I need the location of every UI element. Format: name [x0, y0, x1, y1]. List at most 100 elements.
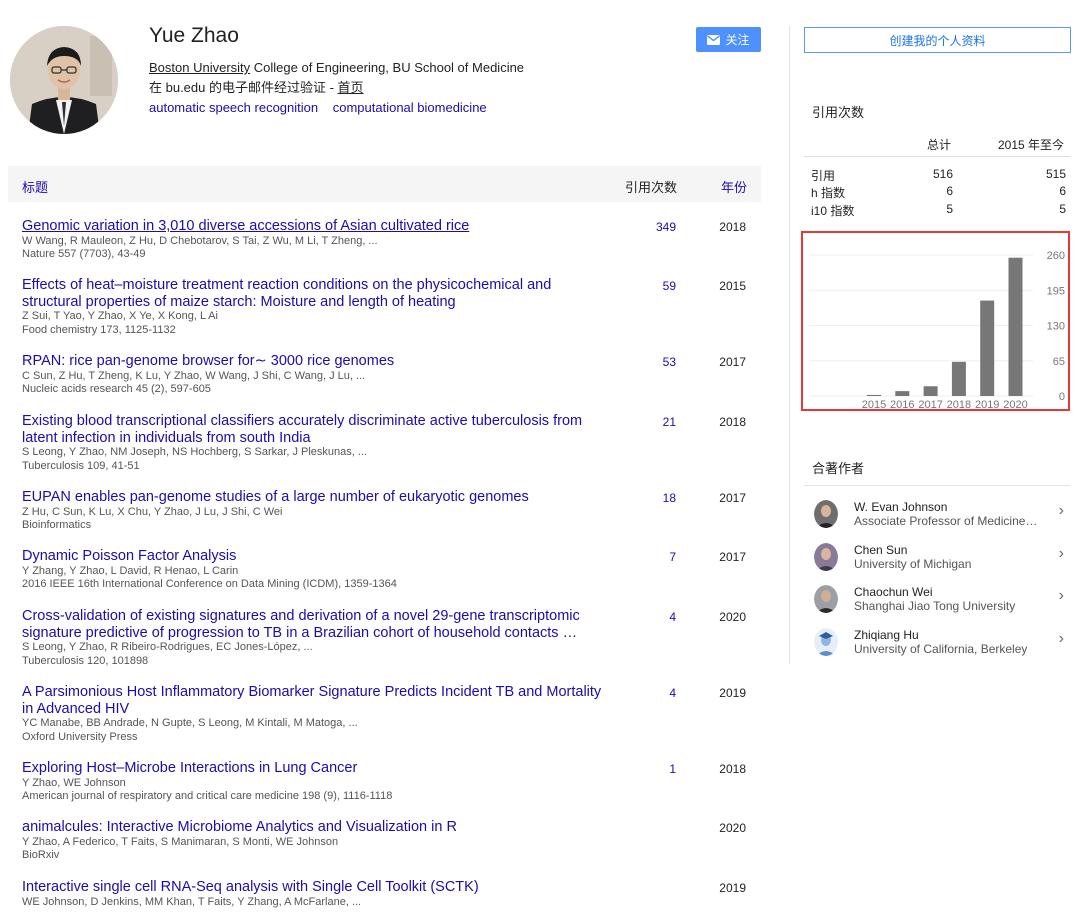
publication-title[interactable]: A Parsimonious Host Inflammatory Biomark…	[22, 684, 612, 717]
publication-authors: W Wang, R Mauleon, Z Hu, D Chebotarov, S…	[22, 234, 378, 247]
citation-count[interactable]: 53	[642, 355, 676, 369]
citation-count[interactable]: 18	[642, 491, 676, 505]
stat-row: h 指数 6 6	[811, 184, 1066, 200]
chart-bar-2020[interactable]	[1008, 257, 1023, 396]
table-row: Exploring Host–Microbe Interactions in L…	[22, 760, 762, 804]
coauthor-affiliation: Associate Professor of Medicine and Bios…	[854, 514, 1039, 528]
coauthors-divider	[804, 485, 1070, 486]
sort-by-title[interactable]: 标题	[22, 177, 48, 196]
chart-x-tick-label: 2016	[890, 399, 914, 409]
email-text: 在 bu.edu 的电子邮件经过验证 -	[149, 80, 338, 95]
table-row: EUPAN enables pan-genome studies of a la…	[22, 489, 762, 533]
citation-count[interactable]: 1	[642, 762, 676, 776]
publication-venue: BioRxiv	[22, 849, 60, 861]
create-profile-button[interactable]: 创建我的个人资料	[804, 27, 1071, 53]
mail-icon	[707, 34, 721, 45]
publication-year: 2018	[719, 415, 746, 429]
publication-venue: Nature 557 (7703), 43-49	[22, 248, 146, 260]
chart-bar-2015[interactable]	[867, 394, 881, 396]
coauthor-name: W. Evan Johnson	[854, 500, 948, 514]
chart-bar-2019[interactable]	[980, 300, 995, 396]
affiliation-text: College of Engineering, BU School of Med…	[250, 60, 525, 75]
publication-authors: Y Zhao, WE Johnson	[22, 776, 126, 789]
col-total-label: 总计	[926, 138, 951, 152]
coauthor-item[interactable]: W. Evan Johnson Associate Professor of M…	[804, 496, 1070, 539]
publication-title[interactable]: Cross-validation of existing signatures …	[22, 608, 612, 641]
coauthor-item[interactable]: Zhiqiang Hu University of California, Be…	[804, 624, 1070, 667]
table-row: Interactive single cell RNA-Seq analysis…	[22, 879, 762, 909]
coauthor-affiliation: University of California, Berkeley	[854, 642, 1028, 656]
stat-since: 6	[1059, 184, 1066, 198]
stat-row: 引用 516 515	[811, 167, 1066, 183]
chart-bar-2017[interactable]	[923, 386, 938, 396]
publication-title[interactable]: Interactive single cell RNA-Seq analysis…	[22, 879, 612, 896]
profile-email-verification: 在 bu.edu 的电子邮件经过验证 - 首页	[149, 77, 364, 96]
citations-bar-chart: 260 195 130 65 0 2015 2016 2017 2018 2019 2020	[809, 250, 1065, 411]
coauthor-photo	[814, 585, 838, 613]
coauthor-photo	[814, 628, 838, 656]
publication-authors: S Leong, Y Zhao, R Ribeiro-Rodrigues, EC…	[22, 641, 313, 653]
chart-bar-2016[interactable]	[895, 391, 910, 396]
coauthor-name: Chaochun Wei	[854, 585, 933, 599]
publication-venue: Tuberculosis 120, 101898	[22, 654, 149, 667]
chart-y-tick-label: 65	[1053, 356, 1065, 368]
interest-link[interactable]: computational biomedicine	[333, 100, 487, 115]
publication-year: 2018	[719, 762, 746, 776]
publication-year: 2020	[719, 610, 746, 624]
chart-x-tick-label: 2015	[862, 399, 886, 409]
publication-authors: WE Johnson, D Jenkins, MM Khan, T Faits,…	[22, 895, 362, 908]
publication-year: 2020	[719, 821, 746, 835]
citation-count[interactable]: 59	[642, 279, 676, 293]
follow-button[interactable]: 关注	[696, 27, 761, 52]
sort-by-citations[interactable]: 引用次数	[625, 177, 677, 196]
chart-y-tick-label: 195	[1047, 285, 1065, 297]
publication-title[interactable]: RPAN: rice pan-genome browser for∼ 3000 …	[22, 353, 612, 370]
table-row: animalcules: Interactive Microbiome Anal…	[22, 819, 762, 863]
publication-venue: Oxford University Press	[22, 730, 138, 743]
sort-by-year[interactable]: 年份	[721, 177, 747, 196]
publication-title[interactable]: Existing blood transcriptional classifie…	[22, 413, 612, 446]
homepage-link[interactable]: 首页	[338, 80, 364, 95]
publication-year: 2019	[719, 881, 746, 895]
table-row: Effects of heat–moisture treatment react…	[22, 277, 762, 337]
publication-title[interactable]: Genomic variation in 3,010 diverse acces…	[22, 218, 612, 235]
citation-count[interactable]: 7	[642, 550, 676, 564]
publication-title[interactable]: Effects of heat–moisture treatment react…	[22, 277, 612, 310]
column-divider	[789, 26, 790, 664]
citation-count[interactable]: 4	[642, 686, 676, 700]
publication-authors: Y Zhao, A Federico, T Faits, S Manimaran…	[22, 835, 339, 848]
publication-title[interactable]: animalcules: Interactive Microbiome Anal…	[22, 819, 612, 836]
publication-year: 2017	[719, 550, 746, 564]
chevron-right-icon: ›	[1058, 630, 1064, 647]
publication-venue: 2016 IEEE 16th International Conference …	[22, 578, 397, 590]
publication-year: 2017	[719, 491, 746, 505]
coauthor-name: Chen Sun	[854, 543, 908, 557]
publication-title[interactable]: Exploring Host–Microbe Interactions in L…	[22, 760, 612, 777]
publication-year: 2015	[719, 279, 746, 293]
stat-total: 5	[946, 202, 953, 216]
coauthor-affiliation: University of Michigan	[854, 557, 972, 571]
coauthor-item[interactable]: Chen Sun University of Michigan ›	[804, 539, 1070, 582]
publication-title[interactable]: EUPAN enables pan-genome studies of a la…	[22, 489, 612, 506]
citation-count[interactable]: 4	[642, 610, 676, 624]
publication-venue: Bioinformatics	[22, 519, 92, 531]
publication-title[interactable]: Dynamic Poisson Factor Analysis	[22, 548, 612, 565]
stat-label: h 指数	[811, 186, 846, 200]
chart-y-tick-label: 0	[1059, 391, 1065, 403]
stat-total: 516	[932, 167, 953, 181]
publication-authors: S Leong, Y Zhao, NM Joseph, NS Hochberg,…	[22, 446, 368, 458]
publication-authors: Y Zhang, Y Zhao, L David, R Henao, L Car…	[22, 564, 239, 577]
publication-year: 2017	[719, 355, 746, 369]
coauthor-affiliation: Shanghai Jiao Tong University	[854, 599, 1016, 613]
publication-authors: C Sun, Z Hu, T Zheng, K Lu, Y Zhao, W Wa…	[22, 369, 366, 382]
chart-bar-2018[interactable]	[951, 361, 966, 396]
affiliation-link[interactable]: Boston University	[149, 60, 250, 75]
citation-count[interactable]: 349	[642, 220, 676, 234]
coauthor-item[interactable]: Chaochun Wei Shanghai Jiao Tong Universi…	[804, 581, 1070, 624]
coauthor-photo	[814, 543, 838, 571]
follow-label: 关注	[725, 33, 750, 47]
interest-link[interactable]: automatic speech recognition	[149, 100, 318, 115]
citation-stats-header: 总计 2015 年至今	[804, 130, 1070, 157]
coauthors-section-title: 合著作者	[812, 461, 865, 476]
citation-count[interactable]: 21	[642, 415, 676, 429]
